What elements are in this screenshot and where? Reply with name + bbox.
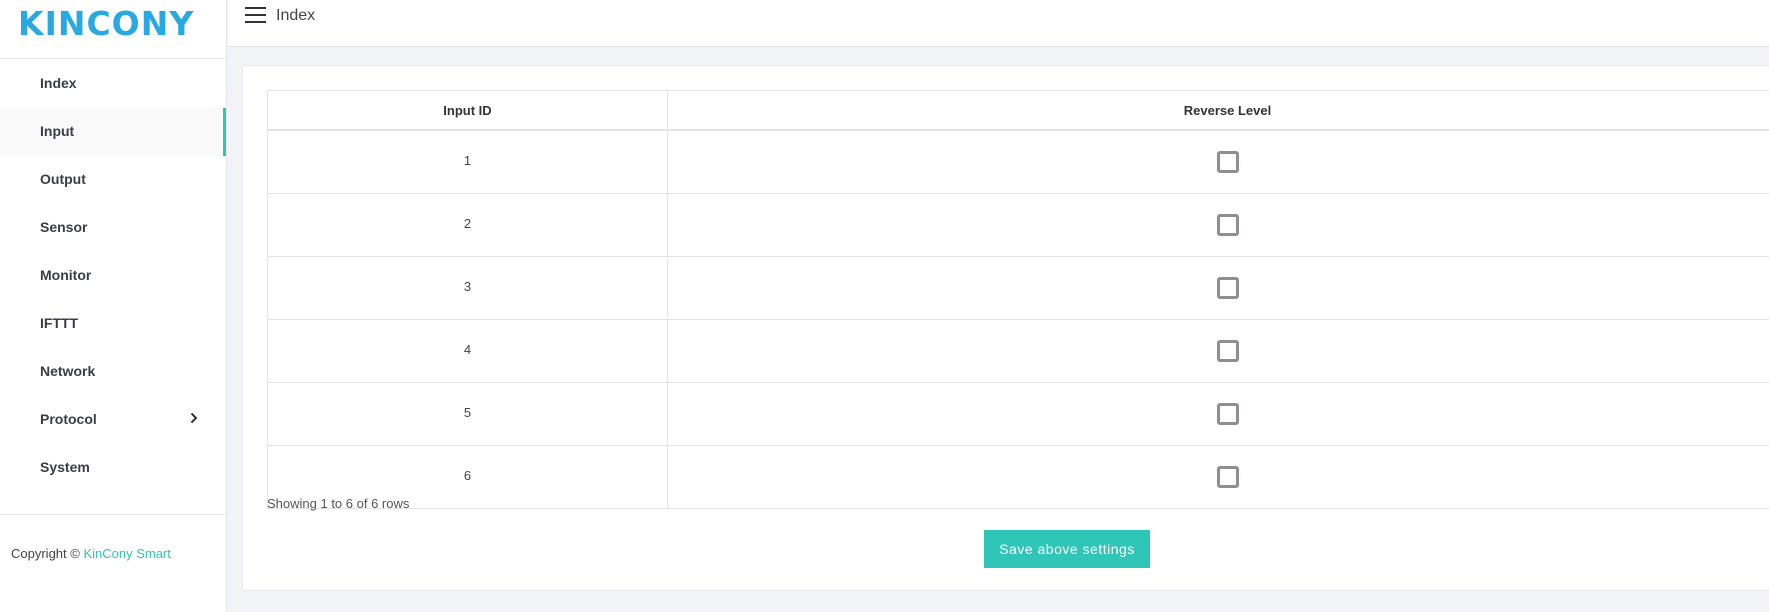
hamburger-icon[interactable] bbox=[245, 7, 266, 23]
topbar: Index bbox=[228, 0, 1769, 47]
sidebar-item-label: Input bbox=[40, 123, 75, 139]
reverse-level-checkbox[interactable] bbox=[1216, 466, 1239, 488]
sidebar-item-sensor[interactable]: Sensor bbox=[0, 204, 226, 252]
divider bbox=[0, 514, 226, 515]
copyright: Copyright © KinCony Smart bbox=[11, 546, 171, 561]
sidebar-item-label: Monitor bbox=[40, 267, 92, 283]
reverse-level-cell bbox=[667, 319, 1769, 383]
sidebar-item-input[interactable]: Input bbox=[0, 108, 226, 156]
chevron-right-icon bbox=[190, 411, 198, 427]
input-id-cell: 3 bbox=[267, 256, 668, 320]
copyright-brand-link[interactable]: KinCony Smart bbox=[83, 546, 170, 561]
sidebar-item-label: Output bbox=[40, 171, 86, 187]
table-row: 1 bbox=[267, 129, 1769, 194]
reverse-level-cell bbox=[667, 445, 1769, 509]
sidebar-item-ifttt[interactable]: IFTTT bbox=[0, 300, 226, 348]
column-header-reverse-level[interactable]: Reverse Level bbox=[667, 90, 1769, 131]
reverse-level-checkbox[interactable] bbox=[1216, 340, 1239, 362]
reverse-level-checkbox[interactable] bbox=[1216, 214, 1239, 236]
breadcrumb: Index bbox=[276, 7, 316, 24]
sidebar-item-label: Protocol bbox=[40, 411, 97, 427]
input-id-cell: 5 bbox=[267, 382, 668, 446]
table-header-row: Input ID Reverse Level bbox=[267, 90, 1769, 131]
table-row: 6 bbox=[267, 445, 1769, 509]
divider bbox=[0, 58, 226, 59]
save-button[interactable]: Save above settings bbox=[984, 530, 1150, 568]
sidebar-item-label: Index bbox=[40, 75, 77, 91]
sidebar-item-label: IFTTT bbox=[40, 315, 79, 331]
reverse-level-checkbox[interactable] bbox=[1216, 403, 1239, 425]
sidebar-item-label: System bbox=[40, 459, 90, 475]
copyright-prefix: Copyright © bbox=[11, 546, 80, 561]
reverse-level-checkbox[interactable] bbox=[1216, 151, 1239, 173]
sidebar-item-protocol[interactable]: Protocol bbox=[0, 396, 226, 444]
table-row: 4 bbox=[267, 319, 1769, 383]
input-table: Input ID Reverse Level 1 2 3 4 5 6 bbox=[267, 90, 1769, 509]
sidebar-item-index[interactable]: Index bbox=[0, 60, 226, 108]
reverse-level-cell bbox=[667, 129, 1769, 194]
table-row: 3 bbox=[267, 256, 1769, 320]
input-id-cell: 1 bbox=[267, 129, 668, 194]
input-id-cell: 4 bbox=[267, 319, 668, 383]
input-settings-card: Input ID Reverse Level 1 2 3 4 5 6 Showi… bbox=[242, 65, 1769, 591]
input-id-cell: 2 bbox=[267, 193, 668, 257]
kincony-logo[interactable]: KINCONY bbox=[18, 4, 194, 43]
sidebar-item-monitor[interactable]: Monitor bbox=[0, 252, 226, 300]
reverse-level-checkbox[interactable] bbox=[1216, 277, 1239, 299]
reverse-level-cell bbox=[667, 193, 1769, 257]
column-header-input-id[interactable]: Input ID bbox=[267, 90, 668, 131]
sidebar-item-label: Sensor bbox=[40, 219, 88, 235]
sidebar-item-network[interactable]: Network bbox=[0, 348, 226, 396]
table-row: 5 bbox=[267, 382, 1769, 446]
sidebar-item-output[interactable]: Output bbox=[0, 156, 226, 204]
reverse-level-cell bbox=[667, 382, 1769, 446]
sidebar-item-label: Network bbox=[40, 363, 96, 379]
reverse-level-cell bbox=[667, 256, 1769, 320]
sidebar: KINCONY Index Input Output Sensor Monito… bbox=[0, 0, 227, 612]
sidebar-item-system[interactable]: System bbox=[0, 444, 226, 492]
table-row: 2 bbox=[267, 193, 1769, 257]
pagination-info: Showing 1 to 6 of 6 rows bbox=[267, 496, 410, 511]
